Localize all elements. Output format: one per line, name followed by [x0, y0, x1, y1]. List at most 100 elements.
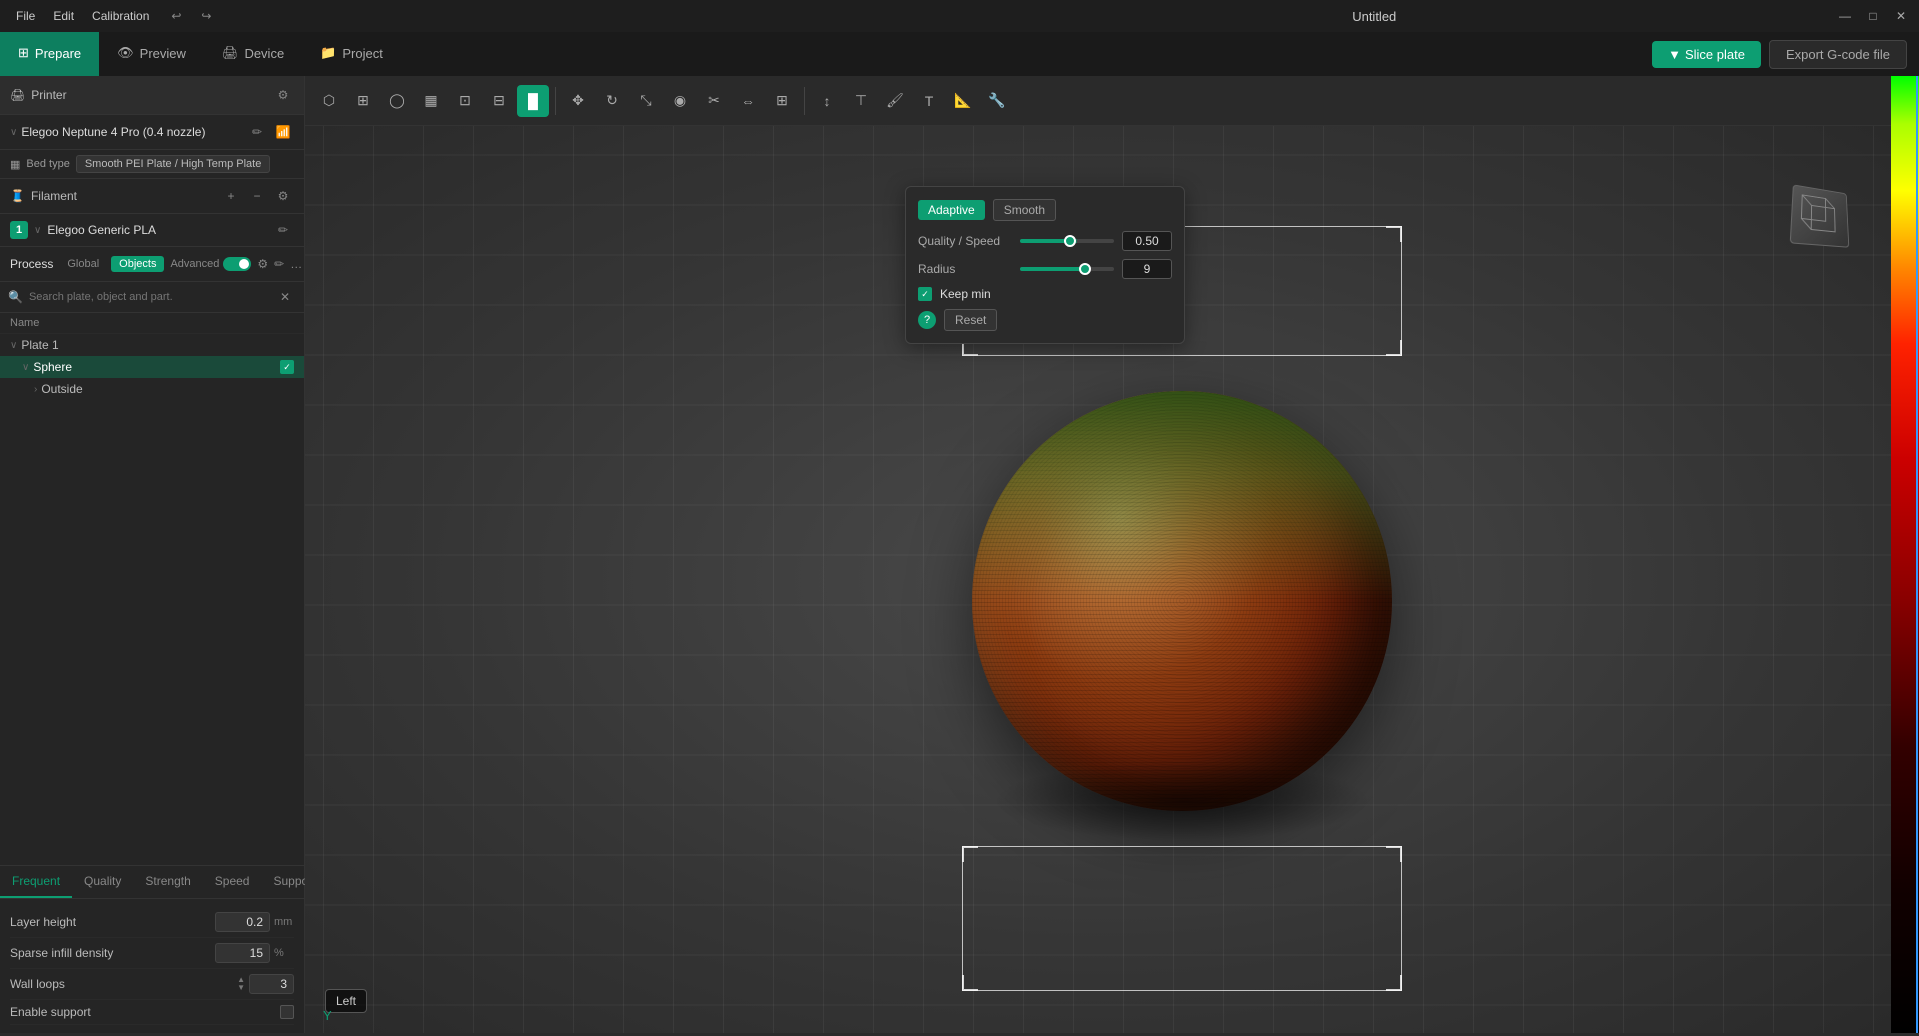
assemble-tool-button[interactable]: 🔧 [981, 85, 1013, 117]
filament-action-icons: + − ⚙ [220, 185, 294, 207]
bed-type-icon: ▦ [10, 158, 20, 171]
arrange-tool-button[interactable]: ⊞ [766, 85, 798, 117]
radius-input[interactable] [1122, 259, 1172, 279]
smooth-button[interactable]: Smooth [993, 199, 1056, 221]
layer-height-input[interactable] [215, 912, 270, 932]
toolbar-separator-1 [555, 87, 556, 115]
maximize-button[interactable]: □ [1863, 6, 1883, 26]
fill-view-button[interactable]: █ [517, 85, 549, 117]
export-gcode-button[interactable]: Export G-code file [1769, 40, 1907, 69]
clear-search-icon[interactable]: ✕ [274, 286, 296, 308]
tab-preview[interactable]: 👁 Preview [99, 32, 204, 76]
menu-calibration[interactable]: Calibration [84, 7, 157, 25]
sphere-check[interactable]: ✓ [280, 360, 294, 374]
tab-prepare[interactable]: ⊞ Prepare [0, 32, 99, 76]
slice-plate-button[interactable]: ▼ Slice plate [1652, 41, 1761, 68]
process-tab-objects[interactable]: Objects [111, 256, 164, 272]
paint-tool-button[interactable]: 🖌 [879, 85, 911, 117]
measure-tool-button[interactable]: 📐 [947, 85, 979, 117]
reset-button[interactable]: Reset [944, 309, 997, 331]
nav-cube[interactable] [1791, 186, 1851, 246]
filament-number-badge: 1 [10, 221, 28, 239]
wifi-icon[interactable]: 📶 [272, 121, 294, 143]
nav-cube-face [1790, 184, 1850, 247]
texture-view-button[interactable]: ▦ [415, 85, 447, 117]
edit-printer-icon[interactable]: ✏ [246, 121, 268, 143]
tab-project[interactable]: 📁 Project [302, 32, 401, 76]
grid-view-button[interactable]: ⊞ [347, 85, 379, 117]
cut-tool-button[interactable]: ✂ [698, 85, 730, 117]
keep-min-checkbox[interactable]: ✓ [918, 287, 932, 301]
tree-plate1[interactable]: ∨ Plate 1 [0, 334, 304, 356]
help-icon[interactable]: ? [918, 311, 936, 329]
tab-strength[interactable]: Strength [133, 866, 202, 898]
move-tool-button[interactable]: ✥ [562, 85, 594, 117]
search-icon: 🔍 [8, 290, 23, 304]
wall-loops-label: Wall loops [10, 977, 237, 991]
tree-sphere[interactable]: ∨ Sphere ✓ [0, 356, 304, 378]
search-input[interactable] [29, 291, 268, 303]
tab-frequent[interactable]: Frequent [0, 866, 72, 898]
menu-file[interactable]: File [8, 7, 43, 25]
prepare-icon: ⊞ [18, 45, 29, 61]
scale-tool-button[interactable]: ⤡ [630, 85, 662, 117]
bed-type-select[interactable]: Smooth PEI Plate / High Temp Plate [76, 155, 271, 173]
infill-density-input[interactable] [215, 943, 270, 963]
support-tool-button[interactable]: ↕ [811, 85, 843, 117]
process-other-icon[interactable]: … [290, 253, 302, 275]
rotate-tool-button[interactable]: ↻ [596, 85, 628, 117]
enable-support-checkbox[interactable] [280, 1005, 294, 1019]
printer-expand-icon: ∨ [10, 127, 17, 138]
quality-speed-thumb [1064, 235, 1076, 247]
corner-tl-bottom [962, 846, 978, 862]
layer-height-value: mm [215, 912, 294, 932]
viewport: ⬡ ⊞ ◯ ▦ ⊡ ⊟ █ ✥ ↻ ⤡ ◉ ✂ ⇔ ⊞ ↕ ⊤ 🖌 T 📐 🔧 [305, 76, 1891, 1033]
seam-tool-button[interactable]: ⊤ [845, 85, 877, 117]
remove-filament-button[interactable]: − [246, 185, 268, 207]
add-filament-button[interactable]: + [220, 185, 242, 207]
tab-device[interactable]: 🖨 Device [204, 32, 302, 76]
process-tab-global[interactable]: Global [59, 256, 107, 272]
layer-height-label: Layer height [10, 915, 215, 929]
toolbar: ⬡ ⊞ ◯ ▦ ⊡ ⊟ █ ✥ ↻ ⤡ ◉ ✂ ⇔ ⊞ ↕ ⊤ 🖌 T 📐 🔧 [305, 76, 1891, 126]
filament-settings-button[interactable]: ⚙ [272, 185, 294, 207]
nav-cube-svg [1795, 190, 1844, 243]
redo-button[interactable]: ↪ [195, 5, 217, 27]
tab-speed[interactable]: Speed [203, 866, 262, 898]
tree-outside[interactable]: › Outside [0, 378, 304, 400]
quality-speed-input[interactable] [1122, 231, 1172, 251]
wall-loops-input[interactable] [249, 974, 294, 994]
process-settings-icon[interactable]: ⚙ [257, 253, 268, 275]
navbar: ⊞ Prepare 👁 Preview 🖨 Device 📁 Project ▼… [0, 32, 1919, 76]
quality-speed-slider[interactable] [1020, 239, 1114, 243]
tab-project-label: Project [342, 46, 382, 61]
mirror-tool-button[interactable]: ⇔ [732, 85, 764, 117]
tab-quality[interactable]: Quality [72, 866, 133, 898]
boolean-tool-button[interactable]: ◉ [664, 85, 696, 117]
close-button[interactable]: ✕ [1891, 6, 1911, 26]
perspective-view-button[interactable]: ⬡ [313, 85, 345, 117]
wall-loops-down[interactable]: ▼ [237, 984, 245, 992]
plate-label: Plate 1 [21, 338, 58, 352]
canvas-area[interactable]: Adaptive Smooth Quality / Speed Radius [305, 126, 1891, 1033]
printer-name-text: ∨ Elegoo Neptune 4 Pro (0.4 nozzle) [10, 125, 205, 139]
adaptive-button[interactable]: Adaptive [918, 200, 985, 220]
shape-view-button[interactable]: ◯ [381, 85, 413, 117]
advanced-toggle[interactable] [223, 257, 251, 271]
sphere-chevron: ∨ [22, 362, 29, 373]
text-tool-button[interactable]: T [913, 85, 945, 117]
popup-radius-row: Radius [918, 259, 1172, 279]
expand-filament-icon: ∨ [34, 225, 41, 236]
title-left: File Edit Calibration ↩ ↪ [8, 5, 914, 27]
minimize-button[interactable]: — [1835, 6, 1855, 26]
split-view-button[interactable]: ⊟ [483, 85, 515, 117]
process-edit-icon[interactable]: ✏ [274, 253, 284, 275]
printer-settings-icon[interactable]: ⚙ [272, 84, 294, 106]
sphere-object[interactable] [972, 391, 1392, 811]
menu-edit[interactable]: Edit [45, 7, 82, 25]
bed-type-label: Bed type [26, 158, 69, 170]
radius-slider[interactable] [1020, 267, 1114, 271]
edit-filament-icon[interactable]: ✏ [272, 219, 294, 241]
multi-view-button[interactable]: ⊡ [449, 85, 481, 117]
undo-button[interactable]: ↩ [165, 5, 187, 27]
